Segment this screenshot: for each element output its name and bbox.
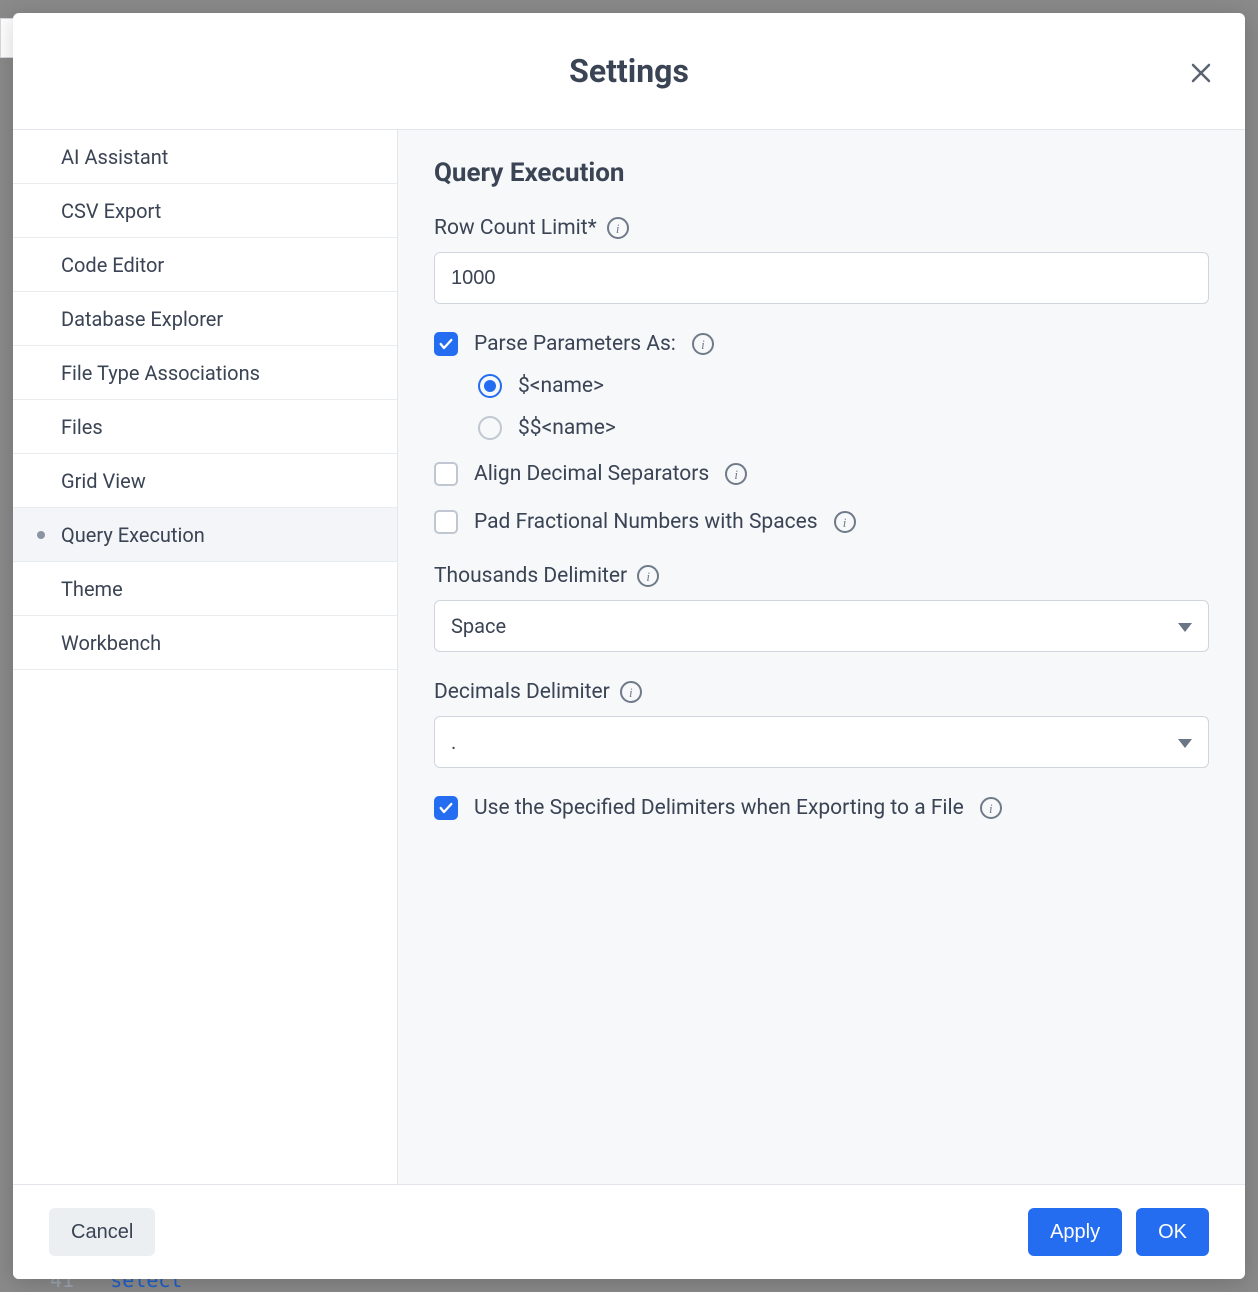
row-count-limit-label: Row Count Limit* i [434,216,1209,240]
settings-content: Query Execution Row Count Limit* i Parse… [398,130,1245,1184]
align-decimal-label: Align Decimal Separators [474,462,709,486]
sidebar-item-database-explorer[interactable]: Database Explorer [13,292,397,346]
align-decimal-checkbox[interactable] [434,462,458,486]
sidebar-item-label: Database Explorer [61,307,223,331]
align-decimal-row: Align Decimal Separators i [434,462,1209,486]
sidebar-item-label: Workbench [61,631,161,655]
parse-parameters-row: Parse Parameters As: i [434,332,1209,356]
info-icon[interactable]: i [620,681,642,703]
sidebar-item-label: File Type Associations [61,361,260,385]
background-toolbar-fragment [0,18,14,58]
decimals-delimiter-label: Decimals Delimiter i [434,680,1209,704]
pad-fractional-row: Pad Fractional Numbers with Spaces i [434,510,1209,534]
sidebar-item-label: Code Editor [61,253,164,277]
section-heading: Query Execution [434,158,1209,188]
dialog-footer: Cancel Apply OK [13,1185,1245,1279]
thousands-delimiter-select[interactable]: Space [434,600,1209,652]
apply-button[interactable]: Apply [1028,1208,1122,1256]
sidebar-item-code-editor[interactable]: Code Editor [13,238,397,292]
dialog-header: Settings [13,13,1245,130]
sidebar-item-label: AI Assistant [61,145,168,169]
row-count-limit-field: Row Count Limit* i [434,216,1209,304]
settings-dialog: Settings AI Assistant CSV Export Code Edit… [13,13,1245,1279]
info-icon[interactable]: i [834,511,856,533]
sidebar-item-grid-view[interactable]: Grid View [13,454,397,508]
decimals-delimiter-field: Decimals Delimiter i . [434,680,1209,768]
radio-label: $<name> [518,374,604,398]
close-icon [1189,61,1213,85]
pad-fractional-checkbox[interactable] [434,510,458,534]
settings-sidebar: AI Assistant CSV Export Code Editor Databas… [13,130,398,1184]
sidebar-item-label: Files [61,415,103,439]
use-delimiters-export-checkbox[interactable] [434,796,458,820]
parse-parameters-label: Parse Parameters As: [474,332,676,356]
chevron-down-icon [1178,730,1192,754]
decimals-delimiter-select[interactable]: . [434,716,1209,768]
sidebar-item-label: Theme [61,577,123,601]
radio-option-double-dollar[interactable]: $$<name> [478,416,1209,440]
info-icon[interactable]: i [980,797,1002,819]
sidebar-item-files[interactable]: Files [13,400,397,454]
row-count-limit-input[interactable] [434,252,1209,304]
radio-label: $$<name> [518,416,616,440]
info-icon[interactable]: i [725,463,747,485]
use-delimiters-export-label: Use the Specified Delimiters when Export… [474,796,964,820]
info-icon[interactable]: i [637,565,659,587]
sidebar-item-ai-assistant[interactable]: AI Assistant [13,130,397,184]
info-icon[interactable]: i [607,217,629,239]
sidebar-item-csv-export[interactable]: CSV Export [13,184,397,238]
parse-parameters-checkbox[interactable] [434,332,458,356]
dialog-title: Settings [569,52,689,90]
ok-button[interactable]: OK [1136,1208,1209,1256]
close-button[interactable] [1185,57,1217,89]
radio-single-dollar[interactable] [478,374,502,398]
sidebar-item-label: CSV Export [61,199,161,223]
thousands-delimiter-field: Thousands Delimiter i Space [434,564,1209,652]
use-delimiters-export-row: Use the Specified Delimiters when Export… [434,796,1209,820]
thousands-delimiter-label: Thousands Delimiter i [434,564,1209,588]
info-icon[interactable]: i [692,333,714,355]
select-value: . [451,730,456,754]
chevron-down-icon [1178,614,1192,638]
radio-option-single-dollar[interactable]: $<name> [478,374,1209,398]
sidebar-item-label: Grid View [61,469,146,493]
sidebar-item-theme[interactable]: Theme [13,562,397,616]
sidebar-item-label: Query Execution [61,523,205,547]
cancel-button[interactable]: Cancel [49,1208,155,1256]
radio-double-dollar[interactable] [478,416,502,440]
select-value: Space [451,614,506,638]
sidebar-item-file-type-associations[interactable]: File Type Associations [13,346,397,400]
sidebar-item-workbench[interactable]: Workbench [13,616,397,670]
pad-fractional-label: Pad Fractional Numbers with Spaces [474,510,818,534]
sidebar-item-query-execution[interactable]: Query Execution [13,508,397,562]
parse-parameters-options: $<name> $$<name> [478,374,1209,440]
dialog-body: AI Assistant CSV Export Code Editor Databas… [13,130,1245,1185]
